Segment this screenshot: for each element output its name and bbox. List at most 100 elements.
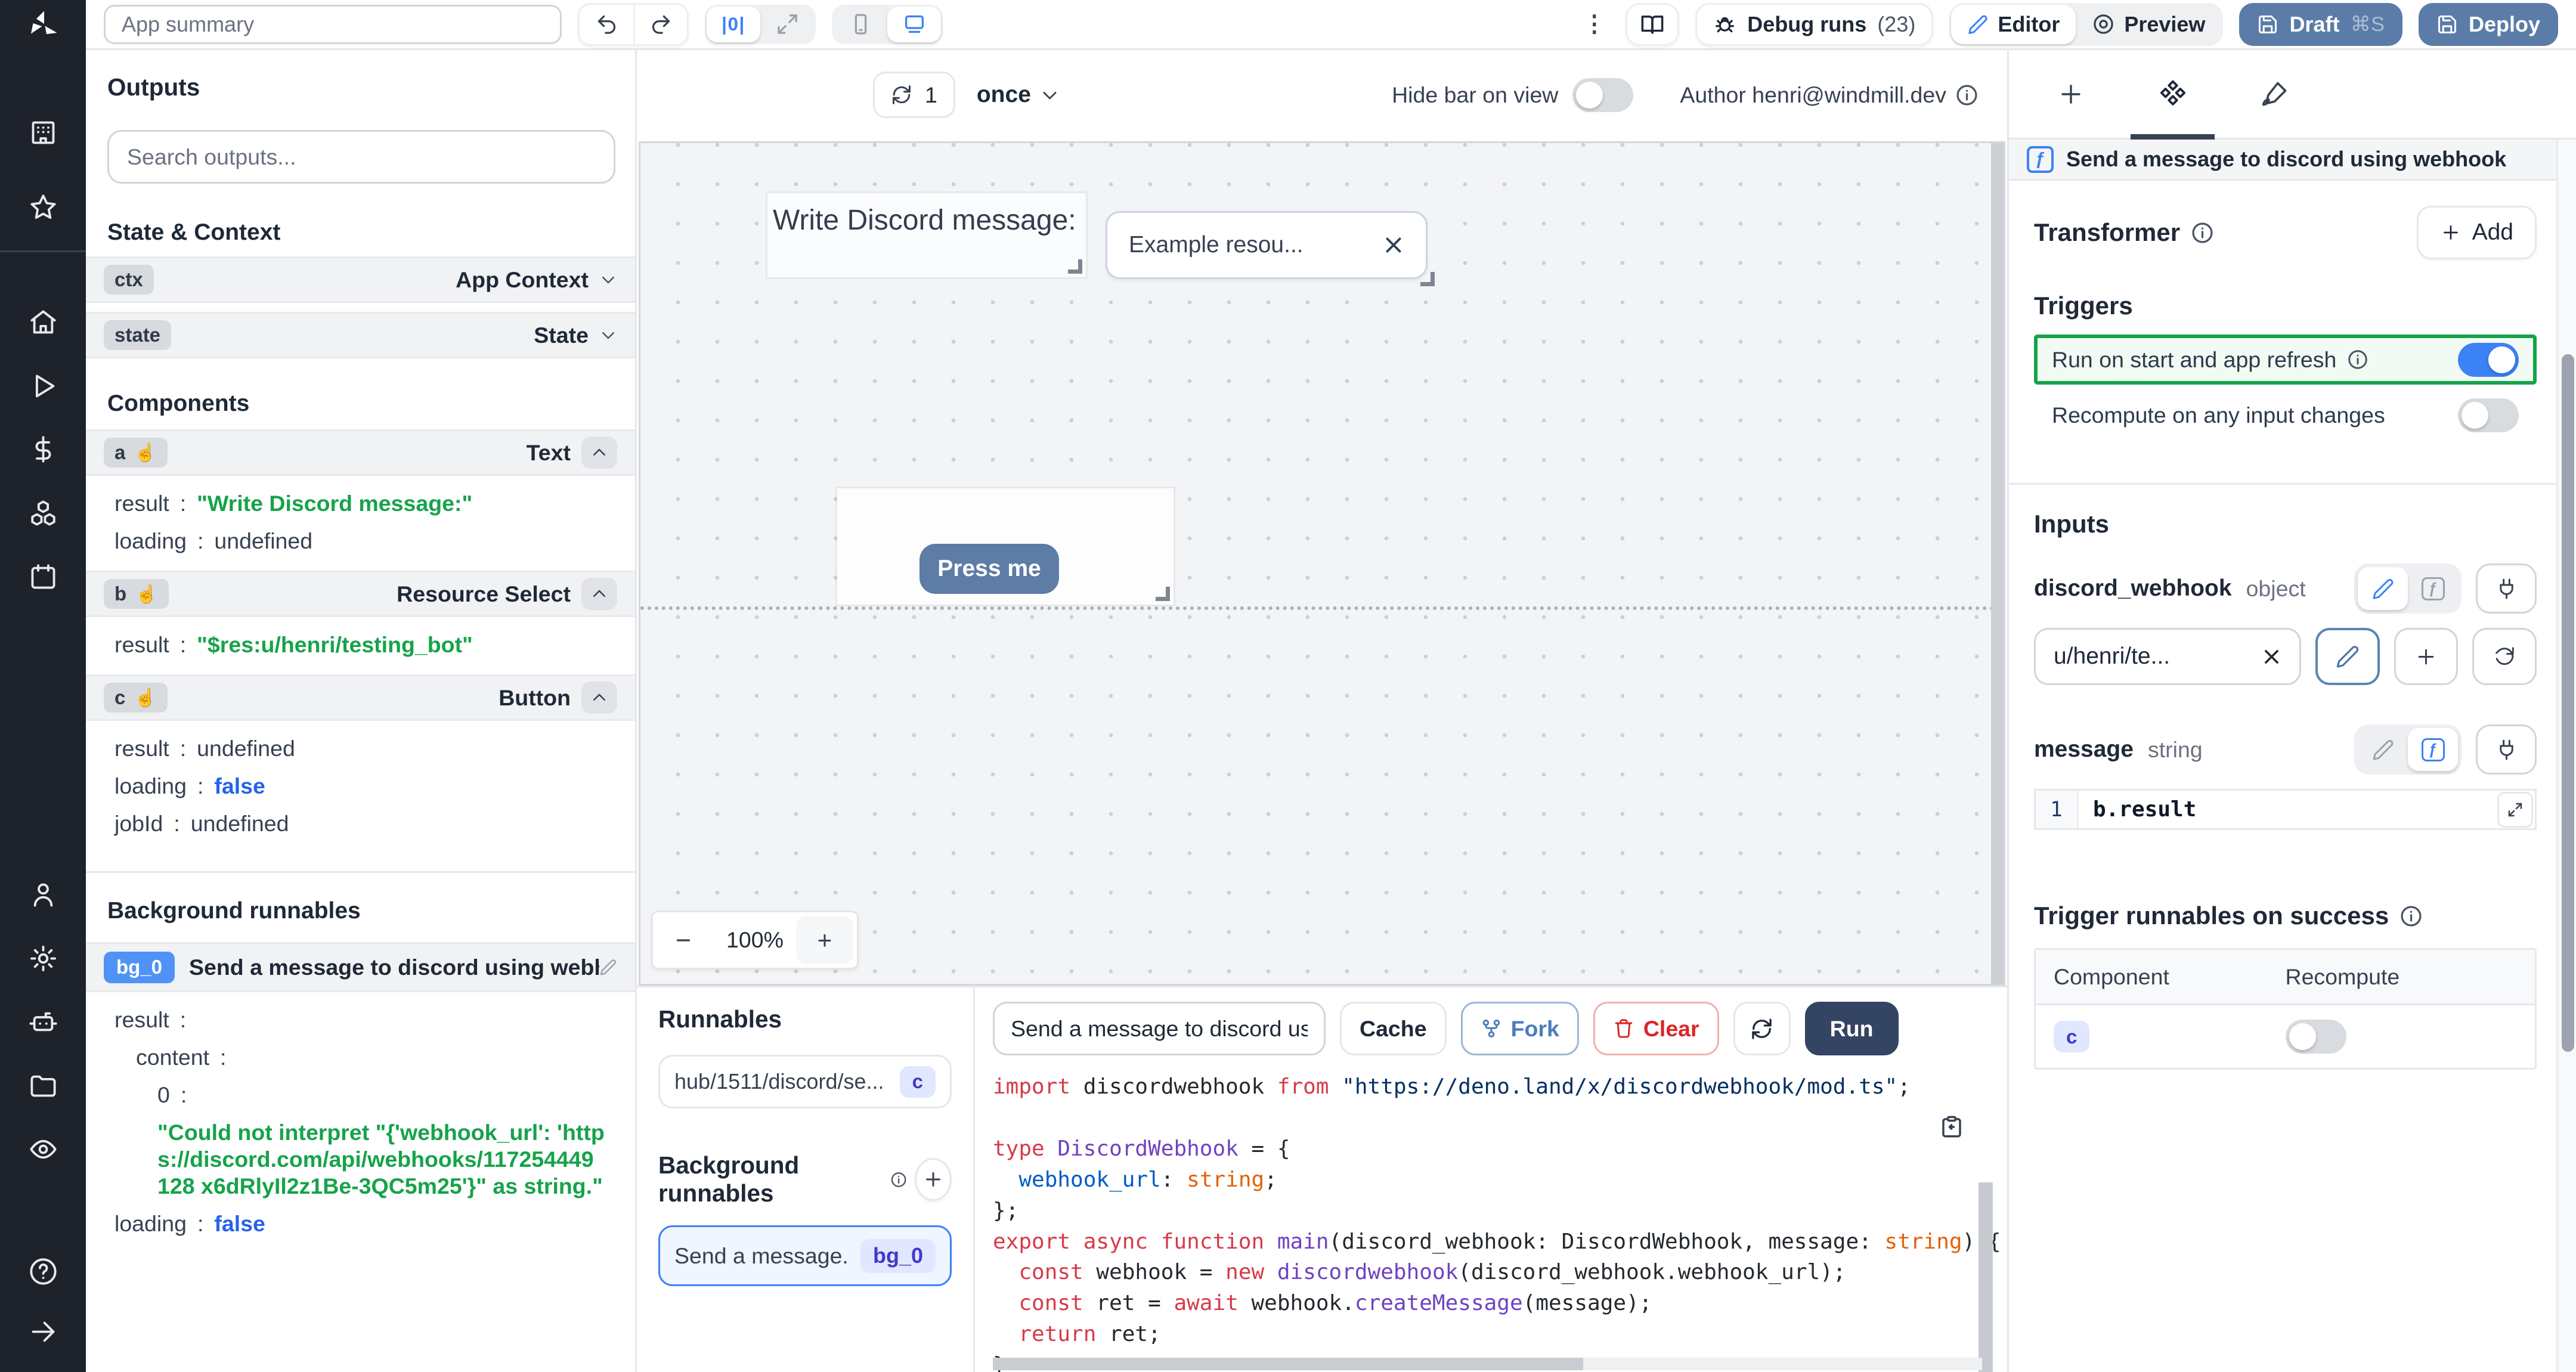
bg0-row[interactable]: bg_0 Send a message to discord using web…: [86, 942, 635, 992]
variables-icon[interactable]: [28, 432, 58, 465]
settings-icon[interactable]: [28, 940, 58, 974]
fork-button[interactable]: Fork: [1460, 1002, 1579, 1055]
recompute-toggle[interactable]: [2458, 398, 2519, 432]
desktop-view-toggle[interactable]: [887, 6, 941, 42]
app-canvas[interactable]: Write Discord message: Example resou... …: [639, 141, 2005, 986]
refresh-resource-button[interactable]: [2472, 628, 2537, 685]
canvas-scrollbar[interactable]: [1991, 143, 2004, 984]
folders-icon[interactable]: [28, 1067, 58, 1101]
zoom-in-button[interactable]: +: [796, 916, 853, 964]
code-editor[interactable]: import discordwebhook from "https://deno…: [993, 1071, 2007, 1372]
static-mode-button[interactable]: [2358, 567, 2408, 610]
home-icon[interactable]: [28, 304, 58, 337]
component-b-row[interactable]: b ☝ Resource Select: [86, 571, 635, 617]
state-row[interactable]: state State: [86, 312, 635, 358]
mobile-view-toggle[interactable]: [834, 7, 887, 42]
windmill-logo[interactable]: [0, 0, 86, 50]
users-icon[interactable]: [28, 877, 58, 910]
add-transformer-button[interactable]: Add: [2416, 206, 2537, 259]
deploy-button[interactable]: Deploy: [2418, 2, 2558, 46]
copy-code-icon[interactable]: [1939, 1109, 1964, 1142]
function-icon: ƒ: [2027, 145, 2054, 173]
refresh-count-button[interactable]: 1: [873, 72, 955, 118]
tab-insert-component[interactable]: [2020, 50, 2122, 138]
refresh-mode-dropdown[interactable]: once: [977, 82, 1060, 108]
input-discord-webhook-label: discord_webhook: [2034, 575, 2232, 601]
workers-icon[interactable]: [28, 1004, 58, 1037]
bg0-badge: bg_0: [104, 951, 175, 983]
collapse-a-icon[interactable]: [581, 436, 617, 469]
center-align-toggle[interactable]: |0|: [707, 6, 760, 42]
workspace-icon[interactable]: [28, 114, 58, 148]
favorites-icon[interactable]: [28, 189, 58, 222]
expand-editor-icon[interactable]: [2497, 791, 2533, 828]
runnable-name-input[interactable]: [993, 1002, 1326, 1055]
ctx-row[interactable]: ctx App Context: [86, 256, 635, 303]
collapse-sidebar-icon[interactable]: [28, 1314, 58, 1347]
audit-icon[interactable]: [28, 1131, 58, 1165]
edit-resource-button[interactable]: [2315, 628, 2380, 685]
resource-select-component[interactable]: Example resou...: [1106, 211, 1438, 290]
zoom-out-button[interactable]: −: [653, 925, 714, 956]
add-resource-button[interactable]: [2394, 628, 2459, 685]
search-outputs-input[interactable]: [107, 130, 615, 184]
fullscreen-canvas-icon[interactable]: [760, 7, 814, 42]
component-c-row[interactable]: c ☝ Button: [86, 674, 635, 721]
info-icon[interactable]: [890, 1170, 907, 1190]
right-panel-scrollbar[interactable]: [2556, 140, 2576, 1372]
edit-pencil-icon[interactable]: [599, 958, 617, 976]
static-mode-button[interactable]: [2358, 728, 2408, 771]
resource-select-input[interactable]: Example resou...: [1106, 211, 1428, 279]
eval-mode-button[interactable]: ƒ: [2408, 728, 2458, 771]
section-divider: [2009, 483, 2576, 485]
pointer-hand-icon: ☝: [135, 584, 158, 604]
run-button[interactable]: Run: [1804, 1002, 1899, 1055]
component-a-row[interactable]: a ☝ Text: [86, 429, 635, 476]
runnable-item[interactable]: hub/1511/discord/se... c: [658, 1055, 952, 1108]
undo-button[interactable]: [580, 5, 633, 44]
add-background-runnable-button[interactable]: [914, 1158, 952, 1201]
info-icon[interactable]: [2399, 905, 2423, 928]
recompute-c-toggle[interactable]: [2285, 1020, 2346, 1054]
background-runnable-item-selected[interactable]: Send a message... bg_0: [658, 1225, 952, 1286]
app-summary-input[interactable]: [104, 4, 562, 44]
code-horizontal-scrollbar[interactable]: [993, 1358, 1982, 1370]
help-icon[interactable]: [28, 1253, 58, 1287]
info-icon[interactable]: [1955, 83, 1979, 107]
schedules-icon[interactable]: [28, 559, 58, 592]
info-icon[interactable]: [2191, 221, 2214, 244]
code-vertical-scrollbar[interactable]: [1979, 1182, 1993, 1372]
resize-handle[interactable]: [1068, 259, 1082, 274]
tab-preview[interactable]: Preview: [2076, 5, 2221, 44]
tab-component-settings[interactable]: [2122, 50, 2224, 140]
run-on-start-toggle[interactable]: [2458, 342, 2519, 377]
redo-button[interactable]: [633, 4, 687, 44]
text-component[interactable]: Write Discord message:: [767, 193, 1086, 277]
eval-mode-button[interactable]: ƒ: [2408, 567, 2458, 610]
refresh-code-button[interactable]: [1733, 1002, 1791, 1055]
hide-bar-toggle[interactable]: [1572, 78, 1634, 112]
tab-styling[interactable]: [2224, 50, 2326, 138]
resize-handle[interactable]: [1156, 587, 1170, 601]
collapse-b-icon[interactable]: [581, 578, 617, 610]
clear-resource-icon[interactable]: [2262, 647, 2281, 667]
more-menu-icon[interactable]: ⋮: [1579, 11, 1609, 38]
cache-button[interactable]: Cache: [1340, 1002, 1447, 1055]
message-expression-editor[interactable]: 1 b.result: [2034, 789, 2537, 830]
collapse-c-icon[interactable]: [581, 682, 617, 714]
resource-picker[interactable]: u/henri/te...: [2034, 628, 2302, 685]
draft-button[interactable]: Draft ⌘S: [2239, 2, 2402, 46]
button-component[interactable]: Press me: [837, 488, 1174, 605]
clear-button[interactable]: Clear: [1593, 1002, 1719, 1055]
debug-runs-button[interactable]: Debug runs (23): [1695, 2, 1934, 46]
docs-button[interactable]: [1626, 2, 1680, 46]
connect-input-button[interactable]: [2476, 563, 2537, 614]
resources-icon[interactable]: [28, 495, 58, 528]
tab-editor[interactable]: Editor: [1951, 4, 2076, 44]
runs-icon[interactable]: [28, 368, 58, 401]
press-me-button[interactable]: Press me: [919, 544, 1059, 594]
info-icon[interactable]: [2347, 349, 2368, 370]
connect-input-button[interactable]: [2476, 724, 2537, 775]
resize-handle[interactable]: [1420, 272, 1435, 286]
clear-selection-icon[interactable]: [1383, 234, 1404, 256]
